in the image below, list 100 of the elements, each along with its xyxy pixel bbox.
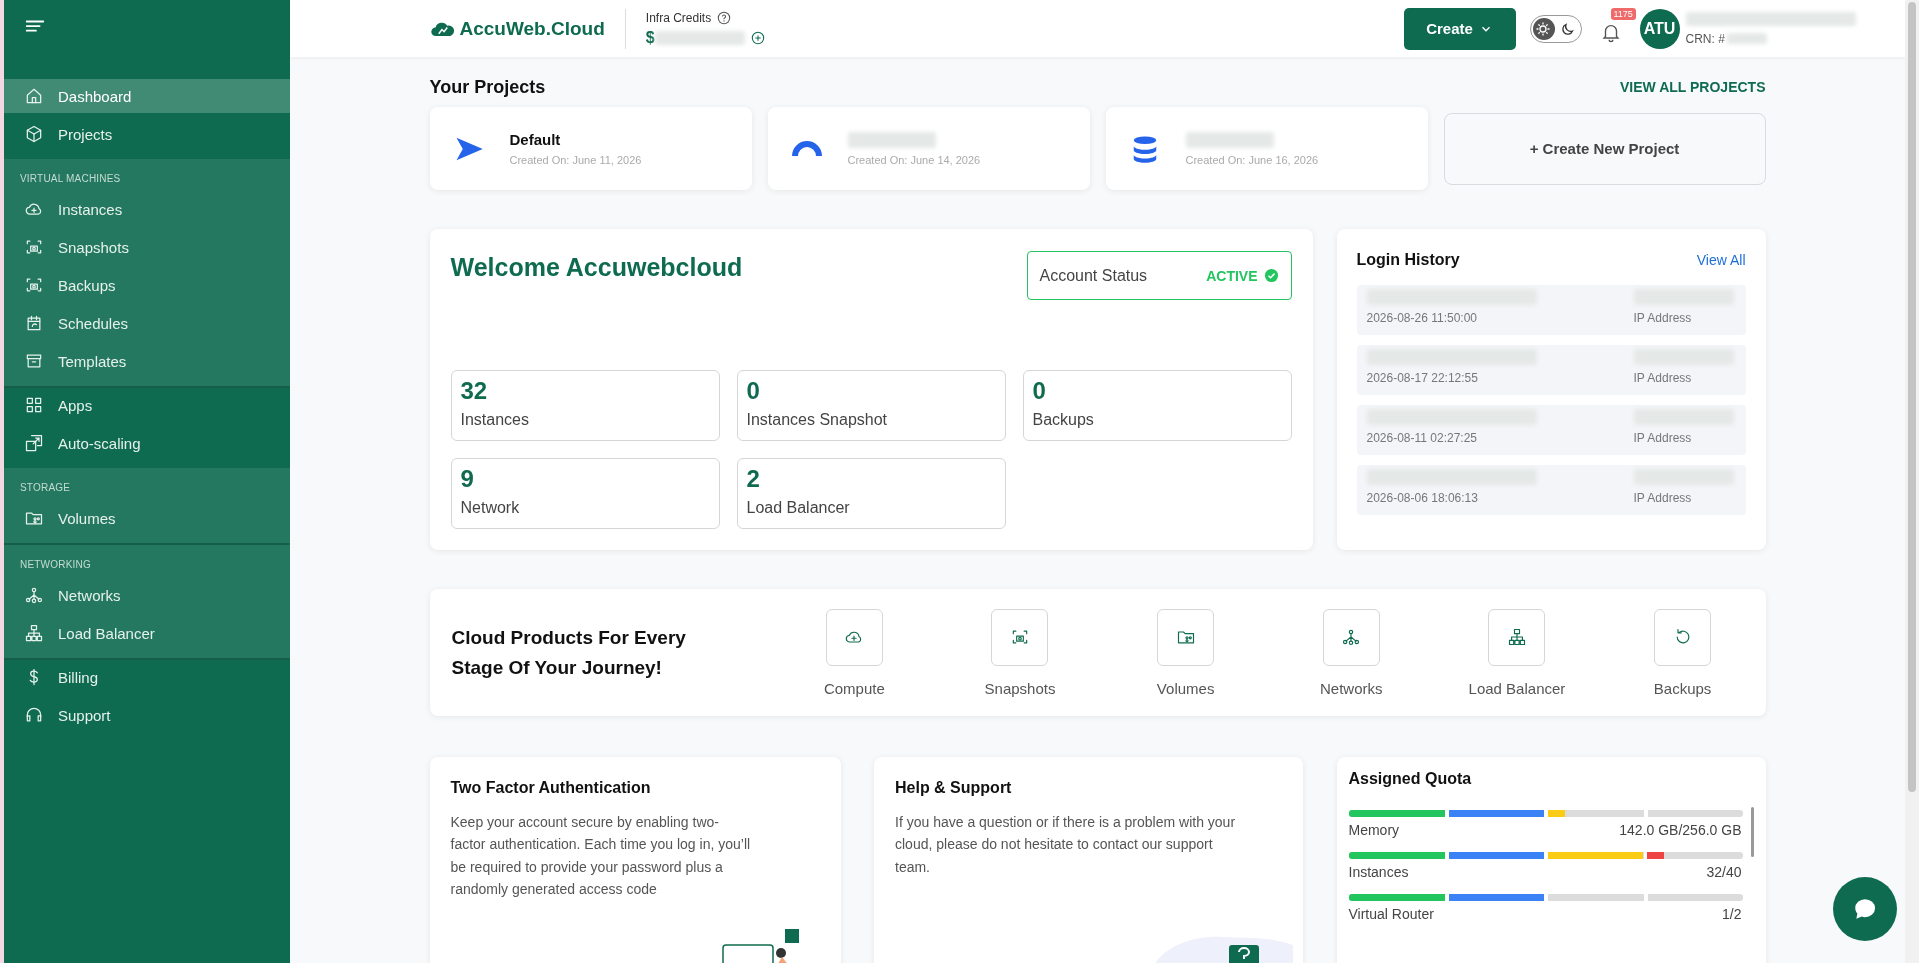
view-all-link[interactable]: View All [1696, 252, 1746, 268]
product-tile[interactable] [1322, 608, 1380, 666]
login-time: 2026-08-06 18:06:13 [1366, 491, 1479, 505]
section-heading: VIRTUAL MACHINES [19, 172, 122, 186]
login-time: 2026-08-26 11:50:00 [1366, 311, 1479, 325]
stat-value: 0 [746, 377, 761, 405]
card-text: Keep your account secure by enabling two-factor authentication. Each time you log in, you’ll be required to provide your password plus a randomly generated access code [450, 813, 751, 900]
crn-label: CRN: # [1685, 31, 1725, 46]
network-icon [1341, 627, 1362, 647]
home-icon [24, 86, 44, 106]
help-icon[interactable] [717, 10, 732, 25]
cloud-logo-icon [429, 20, 456, 37]
ip-label: IP Address [1633, 491, 1692, 505]
product-label[interactable]: Backups [1653, 679, 1712, 697]
sidebar-item[interactable]: Billing [4, 660, 290, 694]
card-text: If you have a question or if there is a problem with your cloud, please do not hesitate to contact our support team. [895, 813, 1237, 877]
stat-label: Load Balancer [746, 499, 851, 517]
credits-value: $ [645, 28, 655, 47]
sidebar-item[interactable]: Auto-scaling [4, 426, 290, 460]
cube-icon [24, 124, 44, 144]
section-title: Your Projects [429, 76, 546, 98]
sidebar-item[interactable]: Support [4, 698, 290, 732]
quota-name: Virtual Router [1348, 906, 1434, 922]
created-date: Created On: June 11, 2026 [509, 154, 642, 166]
hierarchy-icon [1506, 627, 1527, 647]
resize-icon [24, 433, 44, 453]
product-label[interactable]: Snapshots [984, 679, 1056, 697]
status-label: Account Status [1039, 266, 1149, 285]
credits-label: Infra Credits [645, 10, 712, 25]
product-tile[interactable] [1157, 608, 1215, 666]
status-value: ACTIVE [1206, 267, 1258, 284]
sidebar-item[interactable]: Snapshots [4, 230, 290, 264]
created-date: Created On: June 16, 2026 [1185, 153, 1319, 166]
products-title: Cloud Products For Every Stage Of Your Journey! [451, 626, 687, 680]
created-date: Created On: June 14, 2026 [847, 153, 981, 166]
grid-icon [24, 395, 44, 415]
product-label[interactable]: Load Balancer [1468, 679, 1566, 697]
scrollbar[interactable] [1905, 0, 1919, 963]
view-all-link[interactable]: VIEW ALL PROJECTS [1620, 79, 1766, 95]
sidebar-item[interactable]: Schedules [4, 306, 290, 340]
project-card[interactable]: Default Created On: June 11, 2026 [429, 107, 752, 190]
plus-circle-icon[interactable] [750, 30, 765, 45]
sidebar-item[interactable]: Volumes [4, 501, 290, 535]
quota-reading: 32/40 [1706, 864, 1742, 880]
stat-card[interactable]: 0 Backups [1022, 370, 1292, 441]
ip-label: IP Address [1633, 311, 1692, 325]
sidebar-item[interactable]: Dashboard [4, 79, 290, 113]
stat-label: Instances [460, 411, 530, 429]
product-label[interactable]: Compute [823, 679, 885, 697]
product-label[interactable]: Volumes [1156, 679, 1215, 697]
notification-badge: 1175 [1610, 7, 1636, 20]
stat-card[interactable]: 32 Instances [450, 370, 720, 441]
section-heading: STORAGE [19, 481, 72, 495]
logo-text[interactable]: AccuWeb.Cloud [459, 17, 605, 40]
sidebar-item[interactable]: Templates [4, 344, 290, 378]
quota-reading: 142.0 GB/256.0 GB [1619, 822, 1742, 838]
sidebar-item[interactable]: Backups [4, 268, 290, 302]
welcome-title: Welcome Accuwebcloud [450, 253, 743, 282]
sidebar-item[interactable]: Projects [4, 117, 290, 151]
quota-name: Instances [1348, 864, 1409, 880]
stat-card[interactable]: 2 Load Balancer [736, 458, 1006, 529]
stat-value: 0 [1032, 377, 1047, 405]
create-project-button[interactable]: + Create New Project [1443, 112, 1766, 185]
section-heading: NETWORKING [19, 558, 92, 572]
product-tile[interactable] [825, 608, 883, 666]
check-circle-icon [1263, 268, 1279, 283]
create-button[interactable]: Create [1403, 7, 1516, 50]
card-title: Help & Support [895, 779, 1013, 797]
stat-card[interactable]: 9 Network [450, 458, 720, 529]
sun-icon [1535, 20, 1551, 37]
ip-label: IP Address [1633, 431, 1692, 445]
stat-label: Instances Snapshot [746, 411, 889, 429]
scrollbar[interactable] [1750, 807, 1754, 857]
quota-reading: 1/2 [1722, 906, 1742, 922]
login-time: 2026-08-17 22:12:55 [1366, 371, 1479, 385]
login-time: 2026-08-11 02:27:25 [1366, 431, 1479, 445]
stat-value: 9 [460, 465, 475, 493]
sidebar-item[interactable]: Instances [4, 192, 290, 226]
product-label[interactable]: Networks [1320, 679, 1383, 697]
product-tile[interactable] [1654, 608, 1712, 666]
stat-label: Backups [1032, 411, 1095, 429]
product-tile[interactable] [1488, 608, 1546, 666]
card-title: Two Factor Authentication [450, 779, 652, 797]
hierarchy-icon [24, 623, 44, 643]
product-tile[interactable] [991, 608, 1049, 666]
stat-card[interactable]: 0 Instances Snapshot [736, 370, 1006, 441]
quota-name: Memory [1348, 822, 1400, 838]
chat-bubble-icon [1852, 896, 1878, 922]
stat-value: 2 [746, 465, 761, 493]
network-icon [24, 585, 44, 605]
stat-label: Network [460, 499, 521, 517]
sidebar-item[interactable]: Load Balancer [4, 616, 290, 650]
card-title: Login History [1356, 251, 1460, 269]
stat-value: 32 [460, 377, 489, 405]
avatar[interactable]: ATU [1639, 8, 1680, 49]
arch-icon [791, 141, 822, 156]
project-name: Default [509, 131, 562, 148]
card-title: Assigned Quota [1348, 770, 1472, 787]
sidebar-item[interactable]: Apps [4, 388, 290, 422]
sidebar-item[interactable]: Networks [4, 578, 290, 612]
